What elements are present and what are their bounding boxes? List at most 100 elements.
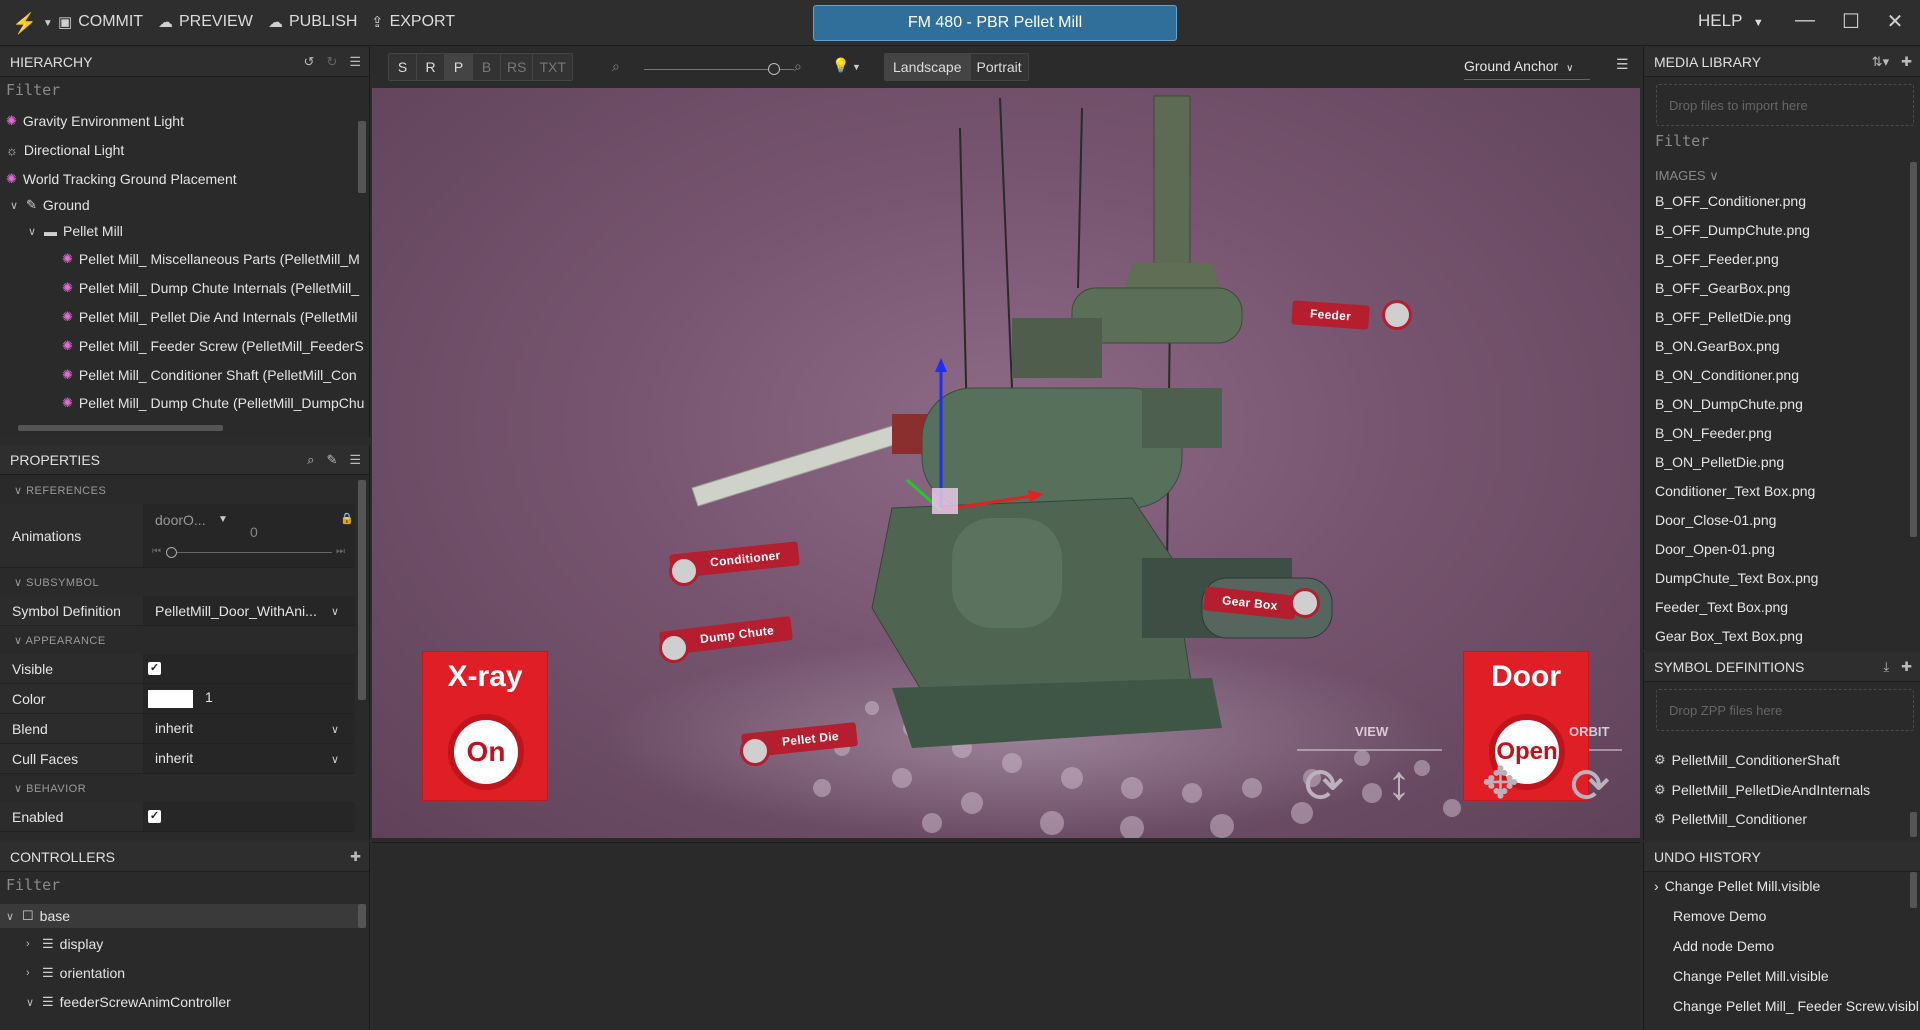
symbol-definition-select[interactable]: PelletMill_Door_WithAni... [155, 603, 317, 619]
undo-scrollbar[interactable] [1910, 872, 1917, 908]
hotspot-gear-box-button[interactable] [1290, 588, 1320, 618]
hotspot-dump-chute-button[interactable] [659, 633, 689, 663]
mode-p[interactable]: P [445, 54, 473, 80]
symbol-item[interactable]: ⚙ PelletMill_PelletDieAndInternals [1654, 782, 1870, 798]
download-icon[interactable]: ⤓ [1883, 652, 1889, 682]
preview-button[interactable]: ☁ PREVIEW [158, 13, 253, 31]
controller-item[interactable]: › ☰ display [26, 936, 103, 952]
search-icon[interactable]: ⌕ [307, 445, 314, 475]
skip-forward-icon[interactable]: ⏭ [336, 546, 345, 557]
media-item[interactable]: B_ON.GearBox.png [1655, 338, 1780, 354]
undo-item-current[interactable]: › Change Pellet Mill.visible [1654, 878, 1820, 894]
section-behavior[interactable]: ∨ BEHAVIOR [0, 777, 355, 801]
media-item[interactable]: B_OFF_Feeder.png [1655, 251, 1779, 267]
zoom-slider-handle[interactable] [768, 63, 780, 75]
animations-select[interactable]: doorO... [155, 512, 206, 528]
xray-toggle-button[interactable]: X-ray On [422, 651, 548, 801]
edit-icon[interactable]: ✎ [326, 445, 337, 475]
landscape-button[interactable]: Landscape [885, 54, 971, 80]
rotate-view-icon[interactable]: ⟳ [1304, 758, 1344, 814]
zoom-in-icon[interactable]: ⌕ [794, 58, 802, 75]
undo-item[interactable]: Change Pellet Mill_ Feeder Screw.visibl [1673, 998, 1919, 1014]
menu-icon[interactable]: ☰ [349, 47, 361, 77]
orbit-icon[interactable]: ⟳ [1570, 758, 1610, 814]
add-icon[interactable]: ✚ [1901, 652, 1912, 682]
zappar-logo-menu[interactable]: ⚡ ▼ [12, 11, 53, 36]
tree-item[interactable]: ✺ Pellet Mill_ Feeder Screw (PelletMill_F… [62, 338, 364, 354]
maximize-button[interactable]: ☐ [1836, 9, 1866, 34]
tree-item[interactable]: ∨ ✎ Ground [10, 197, 90, 213]
tree-item[interactable]: ∨ ▬ Pellet Mill [28, 223, 123, 239]
lightbulb-icon[interactable]: 💡 ▼ [832, 57, 861, 74]
images-header[interactable]: IMAGES ∨ [1655, 168, 1719, 184]
scrubber-handle[interactable] [166, 547, 177, 558]
mode-rs[interactable]: RS [501, 54, 534, 80]
symbol-dropzone[interactable]: Drop ZPP files here [1656, 689, 1914, 731]
media-item[interactable]: B_OFF_PelletDie.png [1655, 309, 1791, 325]
hierarchy-h-scrollbar[interactable] [18, 425, 223, 431]
portrait-button[interactable]: Portrait [970, 54, 1028, 80]
hotspot-conditioner-button[interactable] [669, 556, 699, 586]
media-item[interactable]: B_ON_PelletDie.png [1655, 454, 1784, 470]
media-item[interactable]: B_ON_Feeder.png [1655, 425, 1772, 441]
cull-faces-select[interactable]: inherit [155, 750, 193, 766]
hierarchy-scrollbar[interactable] [358, 121, 366, 193]
undo-item[interactable]: Remove Demo [1673, 908, 1766, 924]
media-scrollbar[interactable] [1910, 162, 1917, 537]
tree-item[interactable]: ✺ Gravity Environment Light [6, 113, 184, 129]
tree-item[interactable]: ✺ Pellet Mill_ Dump Chute (PelletMill_Dum… [62, 395, 364, 411]
media-item[interactable]: B_ON_Conditioner.png [1655, 367, 1799, 383]
chevron-down-icon[interactable]: ∨ [6, 910, 16, 923]
chevron-down-icon[interactable]: ∨ [28, 225, 38, 238]
add-icon[interactable]: ✚ [1901, 47, 1912, 77]
media-item[interactable]: Door_Open-01.png [1655, 541, 1775, 557]
controller-item[interactable]: › ☰ orientation [26, 965, 125, 981]
lock-icon[interactable]: 🔒 [340, 512, 354, 525]
media-item[interactable]: B_OFF_DumpChute.png [1655, 222, 1810, 238]
project-title[interactable]: FM 480 - PBR Pellet Mill [813, 5, 1177, 41]
media-item[interactable]: Feeder_Text Box.png [1655, 599, 1788, 615]
visible-checkbox[interactable]: ✓ [148, 662, 161, 675]
mode-txt[interactable]: TXT [533, 54, 572, 80]
section-references[interactable]: ∨ REFERENCES [0, 479, 355, 503]
color-alpha-value[interactable]: 1 [205, 689, 213, 705]
color-swatch[interactable] [148, 690, 193, 708]
media-item[interactable]: Gear Box_Text Box.png [1655, 628, 1803, 644]
enabled-checkbox[interactable]: ✓ [148, 810, 161, 823]
refresh-icon[interactable]: ↺ [304, 47, 315, 77]
symbol-item[interactable]: ⚙ PelletMill_ConditionerShaft [1654, 752, 1840, 768]
add-icon[interactable]: ✚ [350, 842, 361, 872]
tree-item[interactable]: ☼ Directional Light [6, 142, 124, 158]
properties-scrollbar[interactable] [358, 480, 366, 700]
sort-icon[interactable]: ⇅▾ [1872, 47, 1889, 77]
pan-icon[interactable]: ✥ [1482, 758, 1519, 809]
publish-button[interactable]: ☁ PUBLISH [268, 13, 357, 31]
tree-item[interactable]: ✺ Pellet Mill_ Miscellaneous Parts (Pelle… [62, 251, 360, 267]
commit-button[interactable]: ▣ COMMIT [58, 13, 143, 31]
media-dropzone[interactable]: Drop files to import here [1656, 84, 1914, 126]
section-subsymbol[interactable]: ∨ SUBSYMBOL [0, 571, 355, 595]
controller-item[interactable]: ∨ ☰ feederScrewAnimController [26, 994, 231, 1010]
media-item[interactable]: DumpChute_Text Box.png [1655, 570, 1818, 586]
tree-item[interactable]: ✺ Pellet Mill_ Dump Chute Internals (Pell… [62, 280, 359, 296]
undo-item[interactable]: Change Pellet Mill.visible [1673, 968, 1829, 984]
mode-b[interactable]: B [473, 54, 501, 80]
chevron-right-icon[interactable]: › [26, 938, 36, 950]
minimize-button[interactable]: — [1790, 9, 1820, 32]
zoom-out-icon[interactable]: ⌕ [612, 58, 620, 75]
mode-s[interactable]: S [389, 54, 417, 80]
chevron-down-icon[interactable]: ∨ [26, 996, 36, 1009]
menu-icon[interactable]: ☰ [349, 445, 361, 475]
media-item[interactable]: B_OFF_GearBox.png [1655, 280, 1790, 296]
media-item[interactable]: Door_Close-01.png [1655, 512, 1776, 528]
controllers-scrollbar[interactable] [358, 904, 366, 928]
hotspot-pellet-die-button[interactable] [740, 736, 770, 766]
close-button[interactable]: ✕ [1880, 9, 1910, 34]
section-appearance[interactable]: ∨ APPEARANCE [0, 629, 355, 653]
media-item[interactable]: B_OFF_Conditioner.png [1655, 193, 1806, 209]
mode-r[interactable]: R [417, 54, 445, 80]
media-item[interactable]: B_ON_DumpChute.png [1655, 396, 1803, 412]
export-button[interactable]: ⇪ EXPORT [371, 13, 455, 31]
animation-scrubber[interactable] [170, 552, 332, 553]
menu-icon[interactable]: ☰ [1616, 56, 1629, 73]
